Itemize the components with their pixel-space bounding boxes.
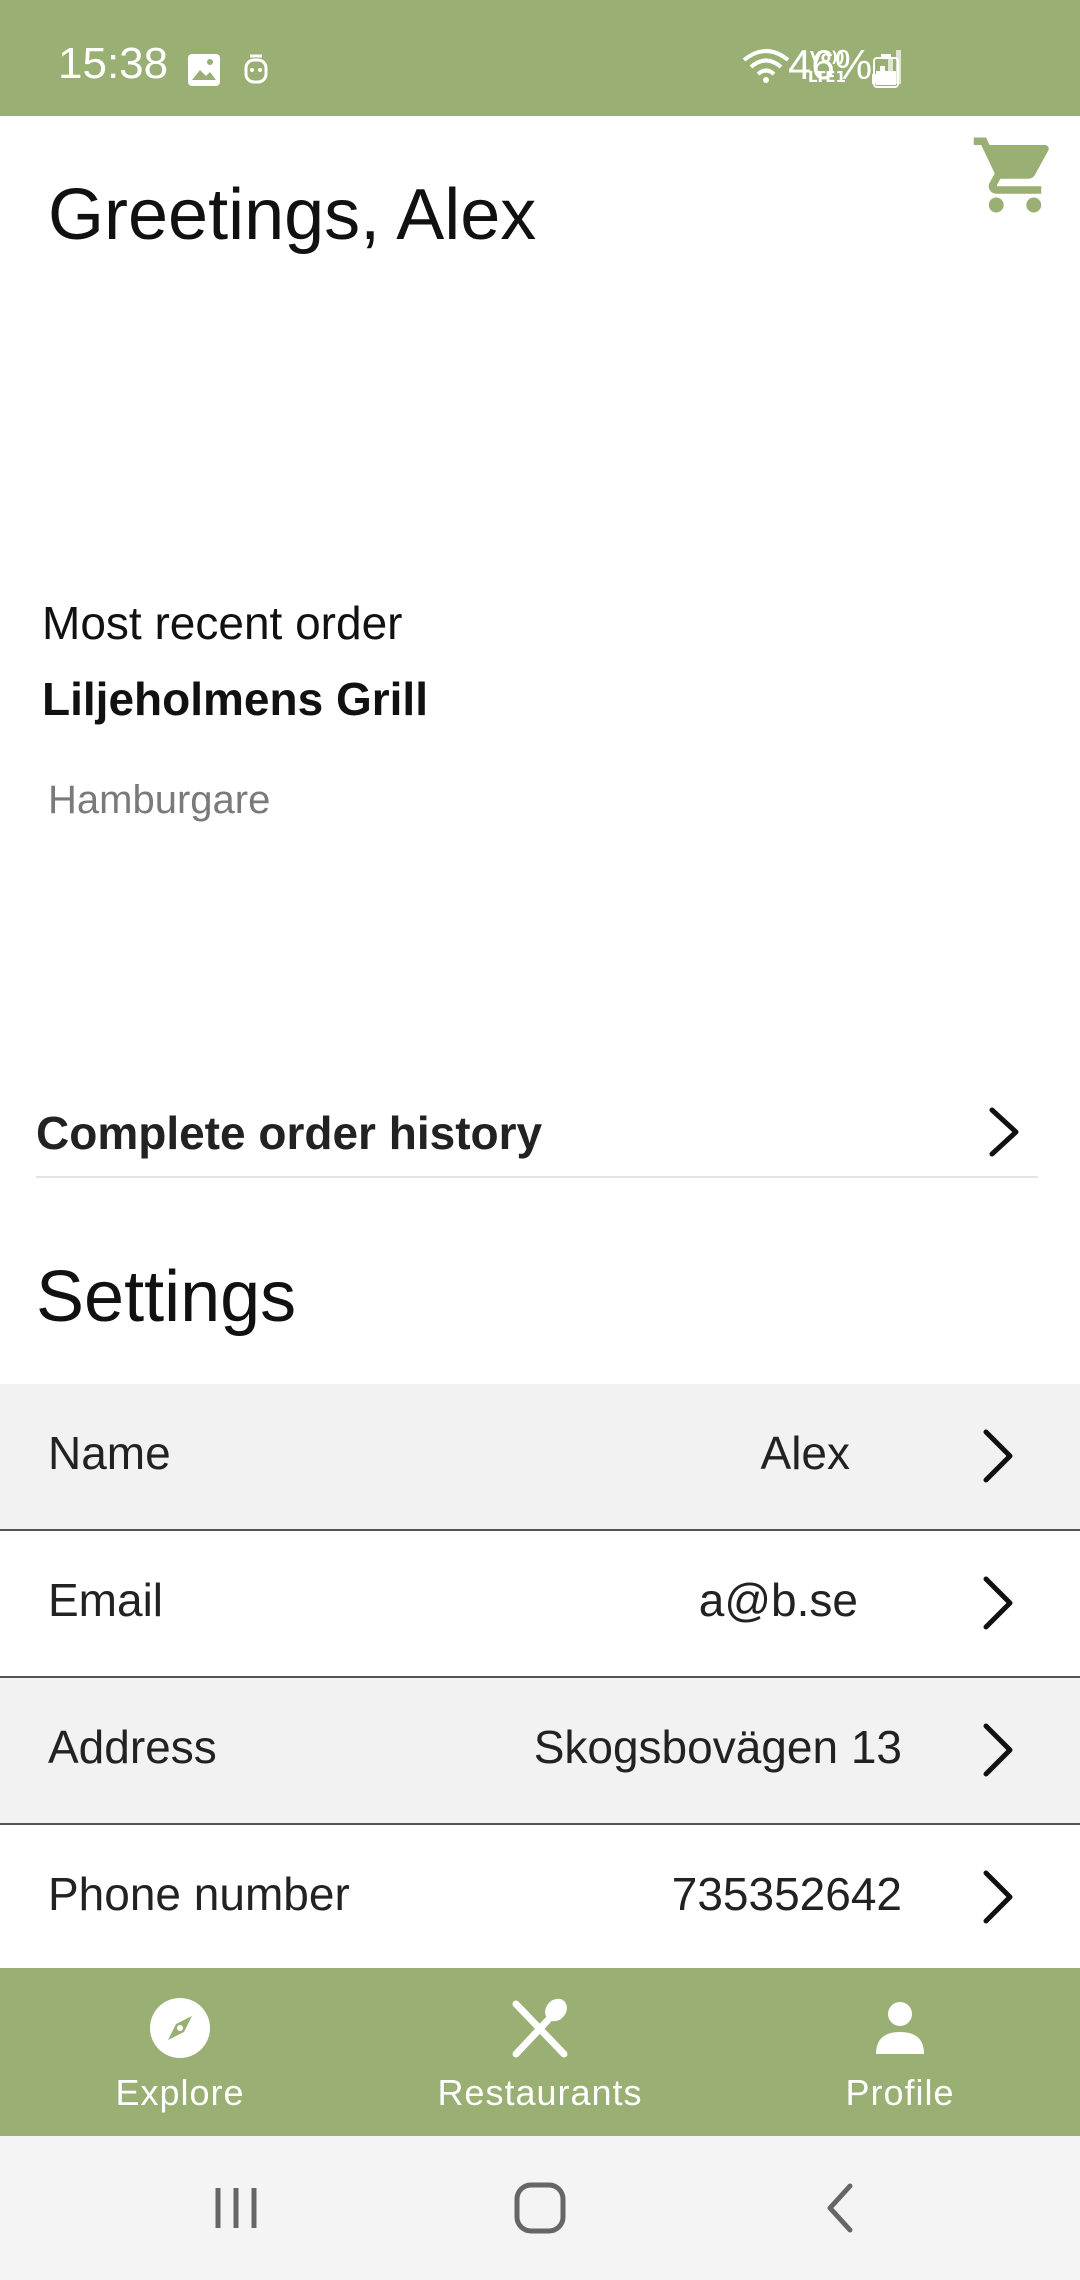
- recent-order-item: Hamburgare: [48, 778, 271, 822]
- wifi-icon: [742, 49, 790, 83]
- settings-row-value: 735352642: [671, 1868, 902, 1920]
- battery-icon: [873, 54, 899, 88]
- nav-item-profile[interactable]: Profile: [750, 1968, 1050, 2136]
- settings-row-label: Address: [48, 1721, 217, 1773]
- order-history-button[interactable]: Complete order history: [36, 1080, 1038, 1178]
- settings-row-value: Alex: [760, 1427, 850, 1479]
- bottom-nav: Explore Restaurants Profile: [0, 1968, 1080, 2136]
- person-icon: [876, 2002, 924, 2054]
- recent-apps-icon[interactable]: [206, 2178, 266, 2238]
- cart-button[interactable]: [970, 130, 1060, 220]
- recent-order-restaurant[interactable]: Liljeholmens Grill: [42, 672, 428, 726]
- settings-list: Name Alex Email a@b.se Address Skogsbovä…: [0, 1384, 1080, 1970]
- settings-row-value: a@b.se: [698, 1574, 858, 1626]
- settings-title: Settings: [36, 1257, 297, 1337]
- home-icon[interactable]: [510, 2178, 570, 2238]
- nav-label: Profile: [845, 2072, 955, 2113]
- chevron-right-icon: [989, 1107, 1019, 1157]
- settings-row-email[interactable]: Email a@b.se: [0, 1531, 1080, 1678]
- nav-item-restaurants[interactable]: Restaurants: [390, 1968, 690, 2136]
- chevron-right-icon: [983, 1576, 1013, 1630]
- status-notification-icons: [186, 52, 272, 88]
- status-time: 15:38: [58, 39, 169, 88]
- settings-row-label: Phone number: [48, 1868, 350, 1920]
- battery-percent: 46%: [788, 41, 873, 88]
- gallery-icon: [188, 54, 220, 86]
- back-icon[interactable]: [812, 2178, 872, 2238]
- settings-row-address[interactable]: Address Skogsbovägen 13: [0, 1678, 1080, 1825]
- settings-row-label: Name: [48, 1427, 171, 1479]
- nav-label: Restaurants: [437, 2072, 643, 2113]
- compass-icon: [150, 1998, 210, 2058]
- shopping-cart-icon: [973, 137, 1049, 213]
- settings-row-name[interactable]: Name Alex: [0, 1384, 1080, 1531]
- nav-label: Explore: [115, 2072, 245, 2113]
- settings-row-phone[interactable]: Phone number 735352642: [0, 1825, 1080, 1970]
- notification-icon: [244, 54, 268, 84]
- settings-row-value: Skogsbovägen 13: [533, 1721, 902, 1773]
- fork-knife-icon: [512, 1998, 568, 2058]
- recent-order-label: Most recent order: [42, 597, 403, 649]
- chevron-right-icon: [983, 1723, 1013, 1777]
- chevron-right-icon: [983, 1429, 1013, 1483]
- system-nav-bar: [0, 2136, 1080, 2280]
- page-title: Greetings, Alex: [48, 175, 537, 255]
- status-bar: 15:38 Vo)) LTE1 46%: [0, 0, 1080, 116]
- chevron-right-icon: [983, 1870, 1013, 1924]
- settings-row-label: Email: [48, 1574, 164, 1626]
- order-history-label: Complete order history: [36, 1107, 543, 1159]
- nav-item-explore[interactable]: Explore: [30, 1968, 330, 2136]
